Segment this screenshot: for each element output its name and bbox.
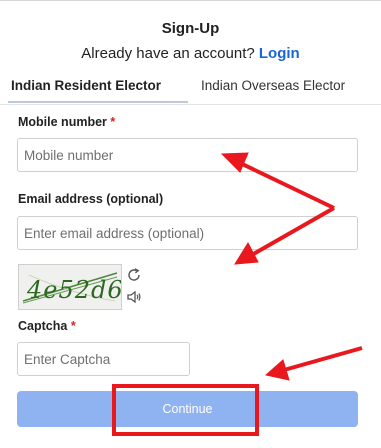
captcha-text: 4e52d6 xyxy=(26,276,121,304)
required-marker: * xyxy=(110,115,116,129)
email-address-label: Email address (optional) xyxy=(18,192,164,206)
required-marker: * xyxy=(70,319,76,333)
login-prompt: Already have an account? Login xyxy=(0,45,381,62)
tab-indian-resident-elector[interactable]: Indian Resident Elector xyxy=(11,78,161,93)
captcha-input[interactable] xyxy=(17,342,190,376)
arrow-to-button-line xyxy=(283,346,363,372)
tab-indian-overseas-elector[interactable]: Indian Overseas Elector xyxy=(201,78,345,93)
elector-tabs: Indian Resident Elector Indian Overseas … xyxy=(0,70,381,105)
arrow-to-button-head xyxy=(264,359,290,381)
active-tab-indicator xyxy=(8,101,188,103)
continue-button[interactable]: Continue xyxy=(17,391,358,427)
email-address-input[interactable] xyxy=(17,216,358,250)
login-link[interactable]: Login xyxy=(259,45,300,62)
page-title: Sign-Up xyxy=(161,20,220,37)
captcha-label: Captcha * xyxy=(18,319,76,333)
top-border xyxy=(0,0,381,1)
mobile-number-input[interactable] xyxy=(17,138,358,172)
login-prompt-text: Already have an account? xyxy=(81,45,255,62)
captcha-image: 4e52d6 xyxy=(18,264,122,310)
mobile-number-label: Mobile number * xyxy=(18,115,116,129)
refresh-icon[interactable] xyxy=(126,267,142,283)
speaker-icon[interactable] xyxy=(126,289,142,305)
